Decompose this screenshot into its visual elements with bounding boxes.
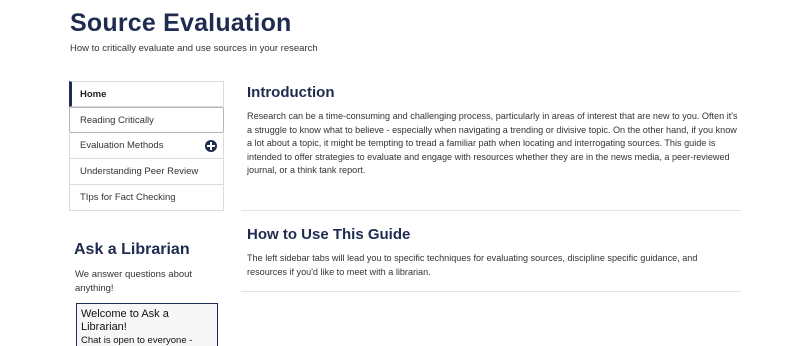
ask-librarian-heading: Ask a Librarian	[74, 241, 190, 258]
section-body: Research can be a time-consuming and cha…	[247, 111, 738, 175]
sidebar-item-label: Reading Critically	[80, 115, 154, 126]
sidebar-item-home[interactable]: Home	[69, 81, 224, 107]
sidebar-item-label: Understanding Peer Review	[80, 166, 199, 177]
sidebar-item-evaluation-methods[interactable]: Evaluation Methods	[69, 133, 224, 159]
page-title: Source Evaluation	[70, 9, 292, 37]
chat-status-text: Chat is open to everyone -	[81, 335, 193, 346]
how-to-use-section: How to Use This Guide The left sidebar t…	[241, 220, 741, 292]
section-heading: Introduction	[247, 84, 335, 101]
sidebar-item-tips-fact-checking[interactable]: TIps for Fact Checking	[69, 185, 224, 211]
page: Source Evaluation How to critically eval…	[0, 0, 800, 346]
sidebar-nav: Home Reading Critically Evaluation Metho…	[69, 81, 224, 211]
sidebar-item-label: Evaluation Methods	[80, 140, 164, 151]
section-body: The left sidebar tabs will lead you to s…	[247, 253, 698, 277]
sidebar-item-reading-critically[interactable]: Reading Critically	[69, 107, 224, 133]
plus-circle-icon[interactable]	[205, 140, 217, 152]
introduction-section: Introduction Research can be a time-cons…	[241, 78, 741, 211]
ask-librarian-text: We answer questions about anything!	[75, 269, 193, 294]
sidebar-item-understanding-peer-review[interactable]: Understanding Peer Review	[69, 159, 224, 185]
section-heading: How to Use This Guide	[247, 226, 411, 243]
page-subtitle: How to critically evaluate and use sourc…	[70, 43, 318, 54]
chat-widget[interactable]: Welcome to Ask a Librarian! Chat is open…	[76, 303, 218, 346]
sidebar-item-label: Home	[80, 89, 107, 100]
sidebar-item-label: TIps for Fact Checking	[80, 192, 176, 203]
chat-welcome-title: Welcome to Ask a Librarian!	[81, 308, 169, 333]
